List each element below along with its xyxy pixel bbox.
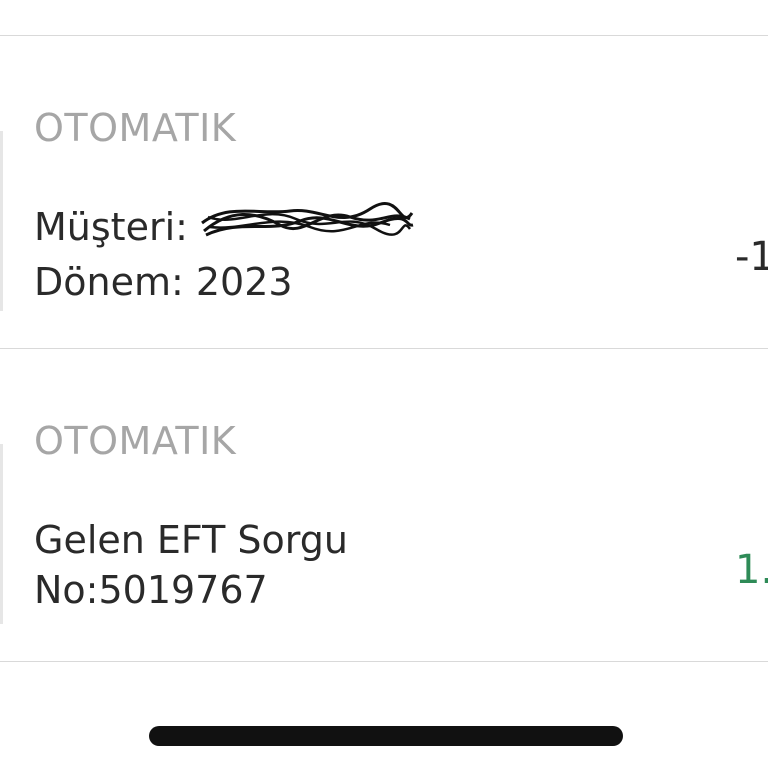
bottom-divider — [0, 661, 768, 662]
customer-label: Müşteri: — [34, 205, 188, 249]
transaction-description: Müşteri: Dönem: 2023 — [34, 201, 415, 307]
transaction-amount: -1 — [735, 234, 768, 280]
row-edge-marker — [0, 131, 3, 311]
home-indicator-bar[interactable] — [149, 726, 623, 746]
transaction-amount: 1.0 — [735, 547, 768, 593]
transaction-category: OTOMATIK — [34, 419, 237, 463]
redacted-scribble — [200, 201, 415, 255]
reference-line: No:5019767 — [34, 568, 268, 612]
transaction-row[interactable]: OTOMATIK Gelen EFT Sorgu No:5019767 1.0 — [0, 349, 768, 661]
transaction-category: OTOMATIK — [34, 106, 237, 150]
customer-line: Müşteri: — [34, 201, 415, 257]
description-line: Gelen EFT Sorgu — [34, 518, 348, 562]
period-line: Dönem: 2023 — [34, 259, 293, 304]
transaction-list-screen: OTOMATIK Müşteri: Dönem: 2023 -1 OTOMATI… — [0, 0, 768, 768]
row-edge-marker — [0, 444, 3, 624]
transaction-row[interactable]: OTOMATIK Müşteri: Dönem: 2023 -1 — [0, 36, 768, 348]
transaction-description: Gelen EFT Sorgu No:5019767 — [34, 515, 348, 615]
